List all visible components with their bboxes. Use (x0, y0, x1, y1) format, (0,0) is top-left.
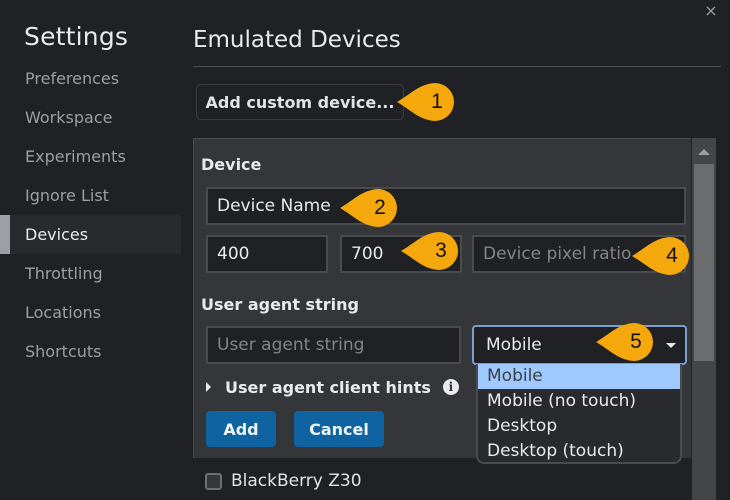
add-button[interactable]: Add (206, 411, 276, 447)
page-title: Emulated Devices (193, 27, 401, 53)
device-list-item: BlackBerry Z30 (205, 468, 362, 494)
user-agent-type-dropdown: Mobile Mobile (no touch) Desktop Desktop… (476, 364, 682, 464)
scrollbar-thumb[interactable] (694, 164, 714, 361)
device-width-input[interactable]: 400 (206, 235, 328, 273)
sidebar-item-locations[interactable]: Locations (0, 293, 181, 332)
close-icon[interactable]: × (703, 2, 719, 20)
dropdown-option-desktop[interactable]: Desktop (478, 414, 680, 439)
sidebar-item-ignore-list[interactable]: Ignore List (0, 176, 181, 215)
sidebar-item-shortcuts[interactable]: Shortcuts (0, 332, 181, 371)
title-divider (193, 66, 721, 67)
user-agent-string-input[interactable]: User agent string (206, 326, 461, 364)
callout-marker-4: 4 (632, 236, 690, 276)
dropdown-option-mobile[interactable]: Mobile (478, 364, 680, 389)
expand-triangle-icon (206, 382, 211, 392)
sidebar-item-devices[interactable]: Devices (0, 215, 181, 254)
callout-marker-5: 5 (596, 322, 654, 362)
device-name-input[interactable]: Device Name (206, 187, 686, 225)
device-checkbox[interactable] (205, 472, 222, 490)
client-hints-label: User agent client hints (225, 377, 431, 397)
add-custom-device-button[interactable]: Add custom device... (196, 84, 404, 120)
callout-marker-1: 1 (397, 82, 455, 122)
scroll-up-arrow-icon[interactable] (692, 140, 716, 164)
sidebar-item-experiments[interactable]: Experiments (0, 137, 181, 176)
user-agent-type-select[interactable]: Mobile (472, 325, 687, 365)
callout-marker-3: 3 (401, 231, 459, 271)
user-agent-section-label: User agent string (201, 295, 359, 314)
sidebar-item-throttling[interactable]: Throttling (0, 254, 181, 293)
client-hints-toggle[interactable]: User agent client hints i (206, 376, 459, 398)
dropdown-option-desktop-touch[interactable]: Desktop (touch) (478, 439, 680, 464)
sidebar-item-workspace[interactable]: Workspace (0, 98, 181, 137)
dropdown-option-mobile-no-touch[interactable]: Mobile (no touch) (478, 389, 680, 414)
sidebar-item-preferences[interactable]: Preferences (0, 59, 181, 98)
info-icon[interactable]: i (442, 379, 459, 395)
sidebar-title: Settings (24, 22, 129, 51)
cancel-button[interactable]: Cancel (294, 411, 384, 447)
callout-marker-2: 2 (340, 188, 398, 228)
settings-sidebar: Settings Preferences Workspace Experimen… (0, 0, 181, 500)
caret-down-icon (666, 343, 676, 348)
user-agent-type-value: Mobile (486, 335, 542, 355)
device-name-label: BlackBerry Z30 (231, 471, 362, 491)
device-section-label: Device (201, 155, 262, 174)
